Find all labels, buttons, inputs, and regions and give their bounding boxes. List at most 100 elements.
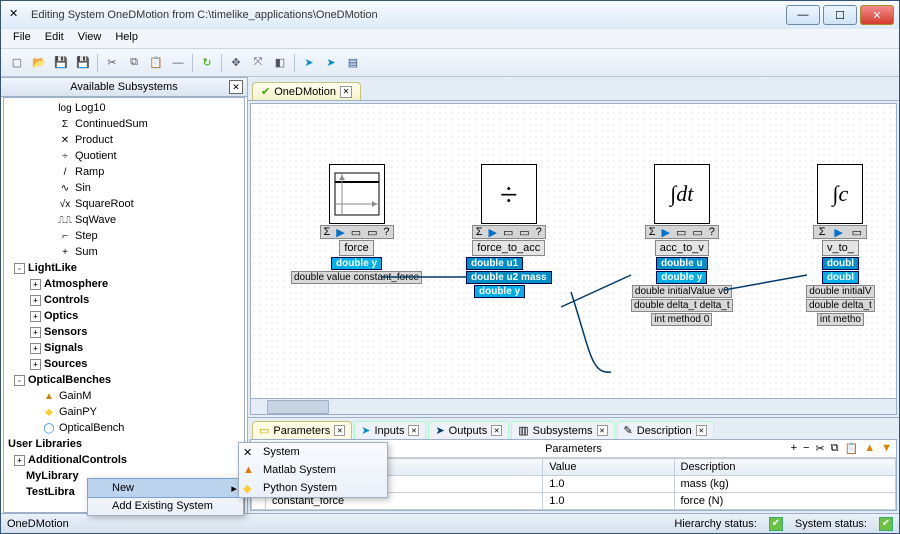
expander-icon[interactable]: + [14,455,25,466]
tree-item[interactable]: +Sum [8,244,244,260]
block-strip[interactable]: Σ▶▭ [813,225,867,239]
menu-matlab-system[interactable]: ▲Matlab System [239,461,387,479]
block-acc-to-v[interactable]: ∫dt Σ▶▭▭? acc_to_v double u double y dou… [631,164,733,326]
tree-item[interactable]: ÷Quotient [8,148,244,164]
menu-system[interactable]: ✕System [239,443,387,461]
block-v-to-x[interactable]: ∫c Σ▶▭ v_to_ doubl doubl double initialV… [806,164,875,326]
step-icon[interactable]: ➤ [321,53,341,73]
tab-description[interactable]: ✎Description✕ [617,421,714,439]
tree-item[interactable]: ▲GainM [8,388,244,404]
delete-icon[interactable]: — [168,53,188,73]
expander-icon[interactable]: + [30,359,41,370]
tree-item[interactable]: +Optics [8,308,244,324]
expander-icon[interactable]: + [30,327,41,338]
down-icon[interactable]: ▼ [881,442,892,455]
tree-item[interactable]: +Sources [8,356,244,372]
port-out[interactable]: double y [656,271,707,284]
tree-item[interactable]: +Signals [8,340,244,356]
menu-python-system[interactable]: ◆Python System [239,479,387,497]
expander-icon[interactable]: + [30,295,41,306]
context-submenu-new[interactable]: ✕System ▲Matlab System ◆Python System [238,442,388,498]
minimize-button[interactable]: — [786,5,820,25]
port-in[interactable]: doubl [822,257,859,270]
port-in[interactable]: double u1 [466,257,523,270]
build-icon[interactable]: ▤ [343,53,363,73]
copy-icon[interactable]: ⧉ [831,442,839,455]
port-out[interactable]: double y [331,257,382,270]
context-menu-library[interactable]: New▸ Add Existing System [87,478,244,516]
port-in[interactable]: double u [656,257,708,270]
tab-inputs[interactable]: ➤Inputs✕ [354,421,426,439]
tree-item[interactable]: /Ramp [8,164,244,180]
tree-item[interactable]: ⌐Step [8,228,244,244]
paste-icon[interactable]: 📋 [845,442,859,455]
subsystems-tree[interactable]: logLog10ΣContinuedSum✕Product÷Quotient/R… [3,97,245,513]
tab-outputs[interactable]: ➤Outputs✕ [428,421,509,439]
save-icon[interactable]: 💾 [51,53,71,73]
close-button[interactable]: ✕ [860,5,894,25]
tree-item[interactable]: ◆GainPY [8,404,244,420]
diagram-canvas[interactable]: Σ▶▭▭? force double y double value consta… [250,103,897,415]
zoom-out-icon[interactable]: ⤧ [248,53,268,73]
new-icon[interactable]: ▢ [7,53,27,73]
paste-icon[interactable]: 📋 [146,53,166,73]
tree-item[interactable]: User Libraries [8,436,244,452]
run-icon[interactable]: ➤ [299,53,319,73]
add-icon[interactable]: + [791,442,797,455]
open-icon[interactable]: 📂 [29,53,49,73]
menu-file[interactable]: File [7,29,37,48]
tree-item[interactable]: ✕Product [8,132,244,148]
tree-item[interactable]: -OpticalBenches [8,372,244,388]
close-tab-icon[interactable]: ✕ [340,86,352,98]
menu-edit[interactable]: Edit [39,29,70,48]
tab-onedmotion[interactable]: ✔ OneDMotion ✕ [252,82,361,100]
tab-parameters[interactable]: ▭Parameters✕ [252,421,352,439]
tree-item[interactable]: -LightLike [8,260,244,276]
tree-item[interactable]: ⎍⎍SqWave [8,212,244,228]
menu-help[interactable]: Help [109,29,144,48]
tree-item[interactable]: ◯OpticalBench [8,420,244,436]
zoom-in-icon[interactable]: ✥ [226,53,246,73]
tree-item[interactable]: logLog10 [8,100,244,116]
remove-icon[interactable]: − [803,442,809,455]
expander-icon[interactable]: + [30,343,41,354]
port-in[interactable]: double u2 mass [466,271,552,284]
tree-item[interactable]: ΣContinuedSum [8,116,244,132]
close-icon[interactable]: ✕ [229,80,243,94]
maximize-button[interactable]: ☐ [823,5,857,25]
cut-icon[interactable]: ✂ [102,53,122,73]
port-out[interactable]: double y [474,285,525,298]
block-strip[interactable]: Σ▶▭▭? [645,225,719,239]
expander-icon[interactable]: - [14,263,25,274]
expander-icon[interactable]: - [14,375,25,386]
col-desc[interactable]: Description [674,459,896,476]
tree-item[interactable]: ∿Sin [8,180,244,196]
port-out[interactable]: doubl [822,271,859,284]
tab-subsystems[interactable]: ▥Subsystems✕ [511,421,614,439]
up-icon[interactable]: ▲ [864,442,875,455]
menu-new[interactable]: New▸ [87,478,244,498]
tree-item[interactable]: √xSquareRoot [8,196,244,212]
expander-icon[interactable]: + [30,279,41,290]
close-icon[interactable]: ✕ [491,425,502,436]
col-value[interactable]: Value [543,459,674,476]
refresh-icon[interactable]: ↻ [197,53,217,73]
block-force-to-acc[interactable]: ÷ Σ▶▭▭? force_to_acc double u1 double u2… [466,164,552,298]
tree-item[interactable]: +Sensors [8,324,244,340]
horizontal-scrollbar[interactable] [251,398,896,414]
block-strip[interactable]: Σ▶▭▭? [320,225,394,239]
close-icon[interactable]: ✕ [408,425,419,436]
tree-item[interactable]: +Atmosphere [8,276,244,292]
zoom-fit-icon[interactable]: ◧ [270,53,290,73]
close-icon[interactable]: ✕ [597,425,608,436]
tree-item[interactable]: +AdditionalControls [8,452,244,468]
menu-add-existing[interactable]: Add Existing System [88,497,243,515]
block-force[interactable]: Σ▶▭▭? force double y double value consta… [291,164,422,284]
copy-icon[interactable]: ⧉ [124,53,144,73]
expander-icon[interactable]: + [30,311,41,322]
close-icon[interactable]: ✕ [696,425,707,436]
close-icon[interactable]: ✕ [334,425,345,436]
cut-icon[interactable]: ✂ [815,442,824,455]
menu-view[interactable]: View [72,29,108,48]
block-strip[interactable]: Σ▶▭▭? [472,225,546,239]
